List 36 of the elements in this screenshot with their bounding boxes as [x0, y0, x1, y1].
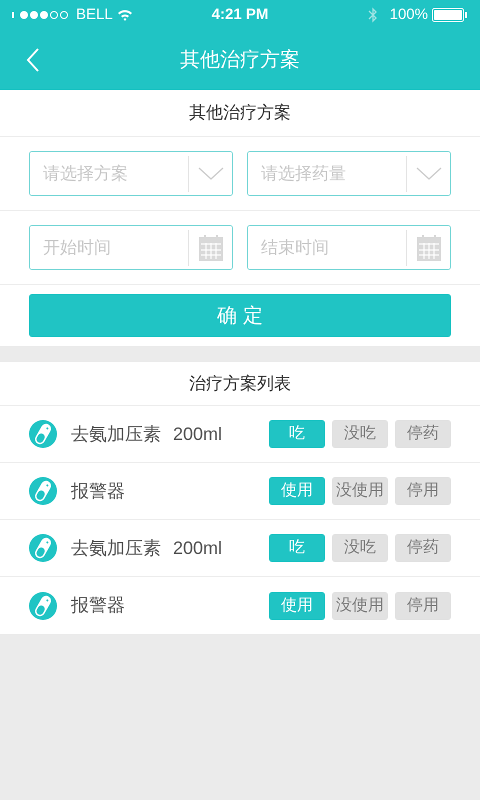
- status-option[interactable]: 没吃: [332, 534, 388, 562]
- item-name: 报警器: [71, 480, 125, 502]
- battery-percent: 100%: [390, 4, 428, 25]
- status-option[interactable]: 停药: [395, 534, 451, 562]
- pill-icon: [29, 420, 57, 448]
- page-title: 其他治疗方案: [180, 48, 300, 73]
- status-option[interactable]: 停药: [395, 420, 451, 448]
- pill-icon: [29, 534, 57, 562]
- status-option[interactable]: 使用: [269, 477, 325, 505]
- wifi-icon: [116, 9, 133, 21]
- carrier-name: BELL: [76, 4, 113, 25]
- battery-icon: [432, 8, 468, 22]
- status-option[interactable]: 吃: [269, 534, 325, 562]
- calendar-icon: [198, 234, 222, 260]
- status-option[interactable]: 没使用: [332, 477, 388, 505]
- status-option[interactable]: 没使用: [332, 592, 388, 620]
- item-name: 去氨加压素: [71, 422, 161, 446]
- item-dose: 200ml: [173, 536, 222, 560]
- dropdown-icon: [416, 166, 442, 180]
- confirm-button[interactable]: 确 定: [29, 294, 451, 337]
- status-time: 4:21 PM: [210, 4, 270, 25]
- pill-icon: [29, 592, 57, 620]
- item-dose: 200ml: [173, 422, 222, 446]
- status-option[interactable]: 吃: [269, 420, 325, 448]
- bluetooth-icon: [368, 7, 378, 23]
- item-name: 报警器: [71, 594, 125, 617]
- status-option[interactable]: 停用: [395, 477, 451, 505]
- item-name: 去氨加压素: [71, 536, 161, 560]
- status-option[interactable]: 停用: [395, 592, 451, 620]
- dropdown-icon: [198, 166, 224, 180]
- calendar-icon: [416, 234, 440, 260]
- status-option[interactable]: 使用: [269, 592, 325, 620]
- list-title: 治疗方案列表: [189, 372, 291, 395]
- section-title: 其他治疗方案: [189, 102, 291, 124]
- pill-icon: [29, 477, 57, 505]
- status-option[interactable]: 没吃: [332, 420, 388, 448]
